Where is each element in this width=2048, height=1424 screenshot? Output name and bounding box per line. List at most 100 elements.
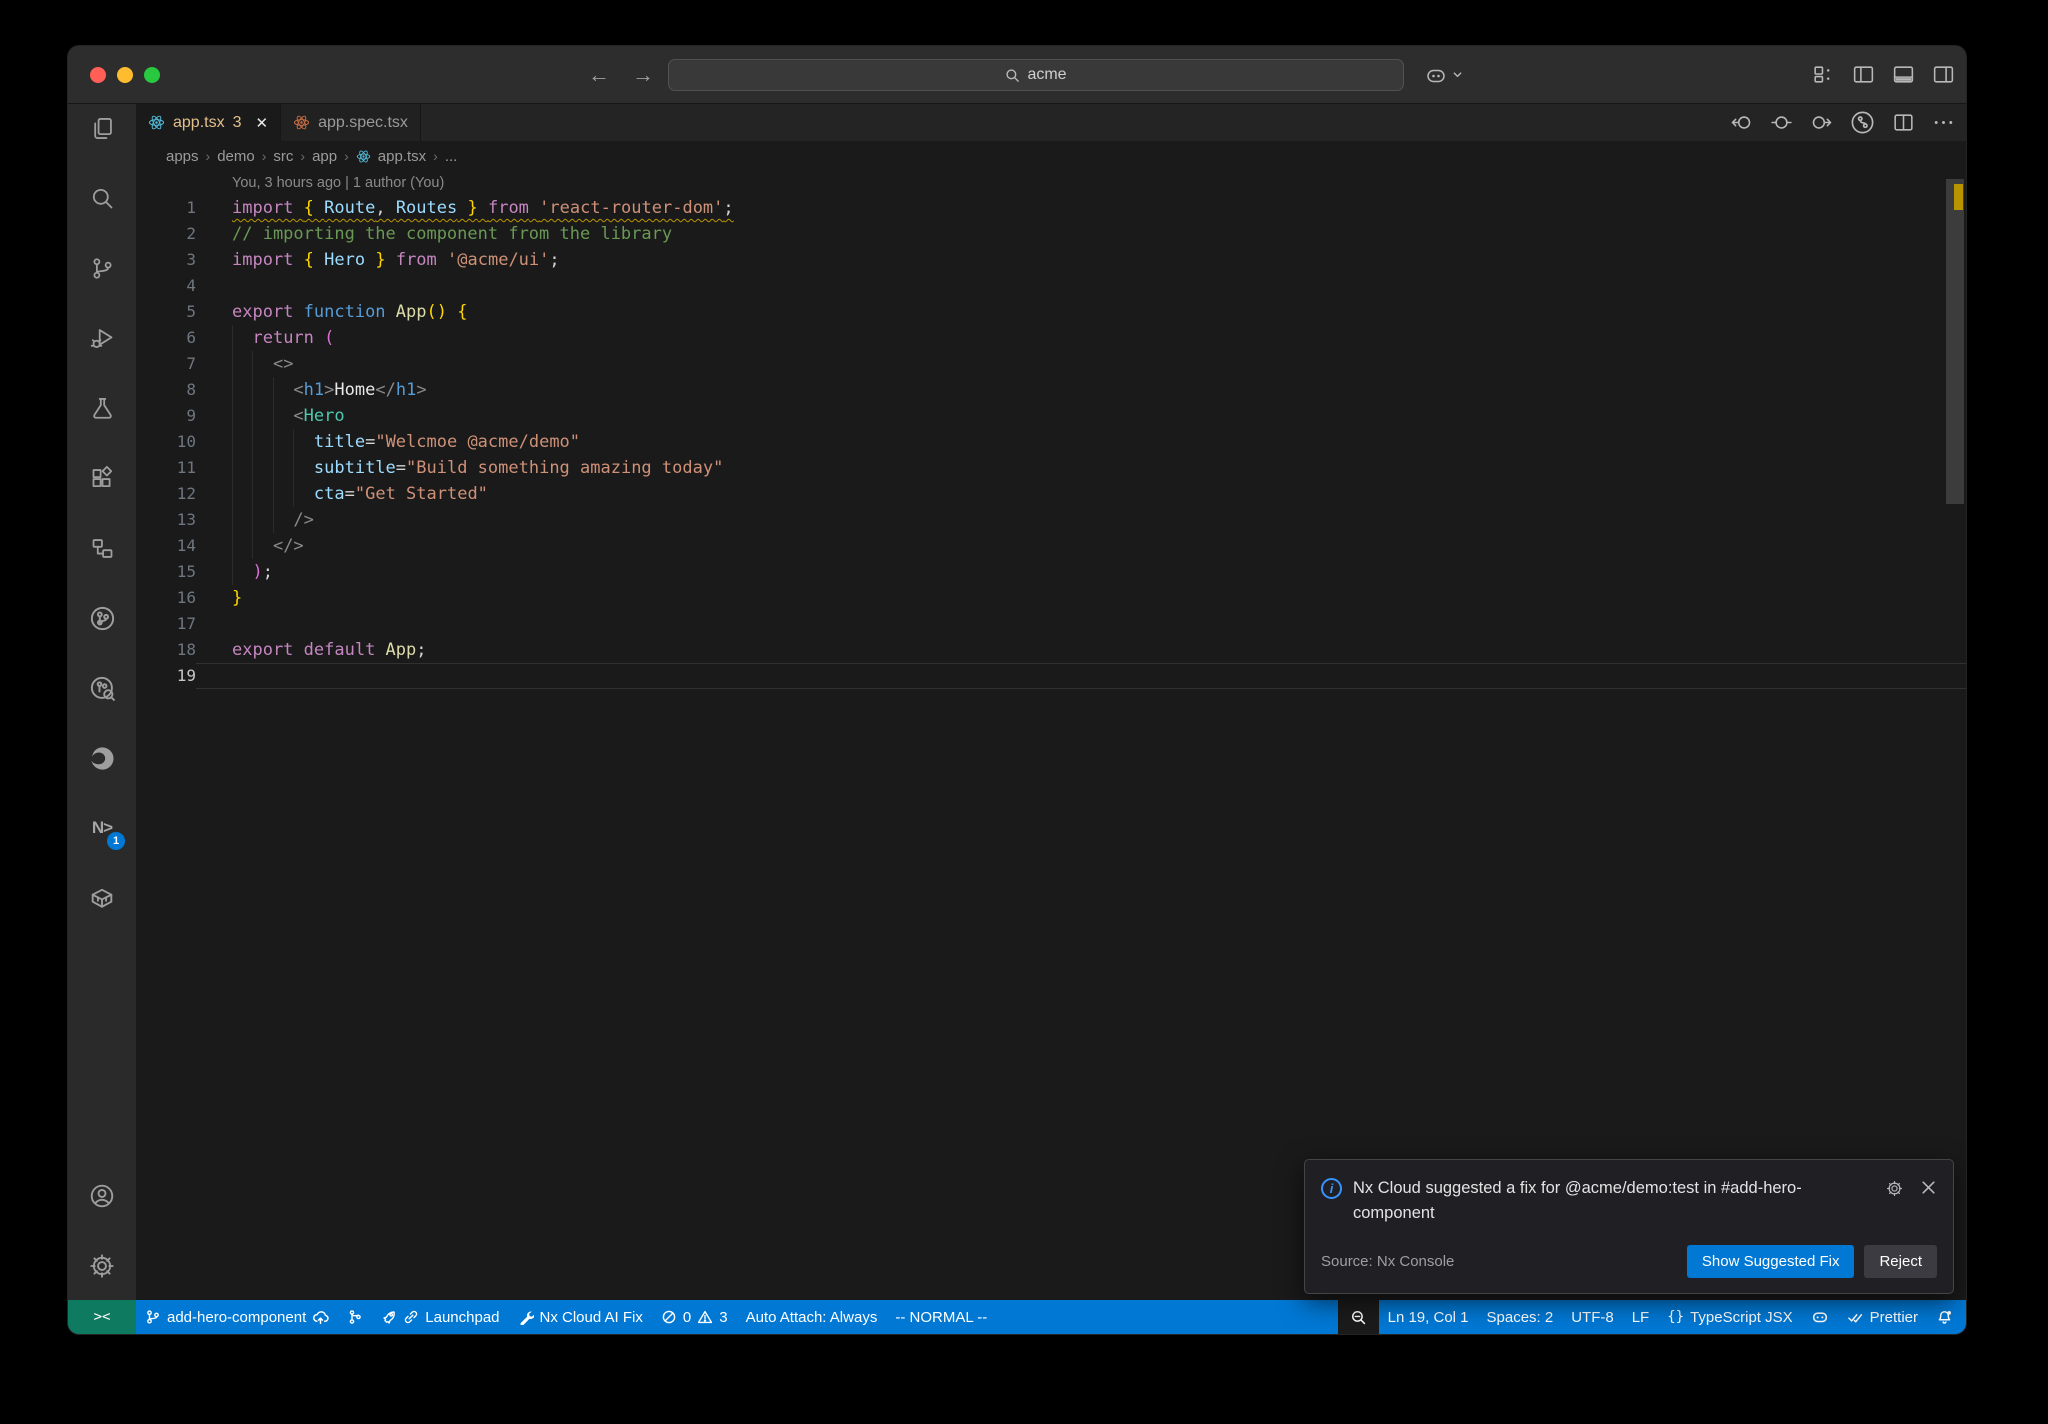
line-number[interactable]: 12 [136,481,196,507]
code-line[interactable]: 13 /> [136,507,1966,533]
toggle-primary-sidebar-icon[interactable] [1851,62,1876,87]
breadcrumb-item[interactable]: src [273,148,293,165]
zoom-window-button[interactable] [144,66,160,83]
navigate-forward-icon[interactable]: → [632,62,654,88]
editor-scrollbar[interactable] [1946,179,1964,504]
editor-pane[interactable]: You, 3 hours ago | 1 author (You) 1 import… [136,171,1966,1300]
line-number[interactable]: 14 [136,533,196,559]
project-graph-icon[interactable] [82,528,122,568]
git-branch-item[interactable]: add-hero-component [136,1300,338,1334]
breadcrumb-item[interactable]: ... [445,148,458,165]
line-number[interactable]: 6 [136,325,196,351]
code-line[interactable]: 5 export function App() { [136,299,1966,325]
code-line[interactable]: 18 export default App; [136,637,1966,663]
commit-graph-item[interactable] [338,1300,372,1334]
remote-indicator[interactable]: >< [68,1300,136,1334]
code-line[interactable]: 15 ); [136,559,1966,585]
encoding-item[interactable]: UTF-8 [1562,1300,1623,1334]
notification-settings-gear-icon[interactable] [1885,1179,1904,1198]
minimize-window-button[interactable] [117,66,133,83]
line-number[interactable]: 8 [136,377,196,403]
line-number[interactable]: 1 [136,195,196,221]
breadcrumb-item[interactable]: apps [166,148,199,165]
gitlens-icon[interactable] [82,598,122,638]
show-suggested-fix-button[interactable]: Show Suggested Fix [1686,1245,1855,1278]
close-tab-icon[interactable]: ✕ [256,114,269,132]
breadcrumb-item[interactable]: demo [217,148,255,165]
next-change-icon[interactable] [1809,110,1834,135]
cursor-position-item[interactable]: Ln 19, Col 1 [1379,1300,1478,1334]
indentation-item[interactable]: Spaces: 2 [1478,1300,1563,1334]
copilot-menu[interactable] [1424,63,1463,87]
line-number[interactable]: 3 [136,247,196,273]
line-number[interactable]: 15 [136,559,196,585]
line-number[interactable]: 5 [136,299,196,325]
language-mode-item[interactable]: {} TypeScript JSX [1658,1300,1801,1334]
previous-change-icon[interactable] [1729,110,1754,135]
close-window-button[interactable] [90,66,106,83]
code-line[interactable]: 2 // importing the component from the lib… [136,221,1966,247]
line-number[interactable]: 18 [136,637,196,663]
line-number[interactable]: 9 [136,403,196,429]
launchpad-item[interactable]: Launchpad [372,1300,508,1334]
eol-item[interactable]: LF [1623,1300,1659,1334]
code-line[interactable]: 6 return ( [136,325,1966,351]
toggle-secondary-sidebar-icon[interactable] [1931,62,1956,87]
nx-console-icon[interactable]: N> 1 [82,808,125,850]
code-line[interactable]: 3 import { Hero } from '@acme/ui'; [136,247,1966,273]
code-line[interactable]: 11 subtitle="Build something amazing tod… [136,455,1966,481]
code-line[interactable]: 10 title="Welcmoe @acme/demo" [136,429,1966,455]
edge-browser-icon[interactable] [82,738,122,778]
code-line[interactable]: 7 <> [136,351,1966,377]
breadcrumb-item[interactable]: app [312,148,337,165]
settings-gear-icon[interactable] [82,1246,122,1286]
line-number[interactable]: 10 [136,429,196,455]
code-line[interactable]: 17 [136,611,1966,637]
search-icon[interactable] [82,178,122,218]
nx-cloud-ai-fix-item[interactable]: Nx Cloud AI Fix [509,1300,652,1334]
toggle-panel-icon[interactable] [1891,62,1916,87]
vim-mode-item[interactable]: -- NORMAL -- [886,1300,996,1334]
breadcrumb-item[interactable]: app.tsx [378,148,426,165]
copilot-status-item[interactable] [1802,1300,1838,1334]
code-line[interactable]: 16} [136,585,1966,611]
testing-icon[interactable] [82,388,122,428]
tab-app-spec-tsx[interactable]: app.spec.tsx [281,104,421,141]
auto-attach-item[interactable]: Auto Attach: Always [737,1300,887,1334]
line-number[interactable]: 11 [136,455,196,481]
split-editor-icon[interactable] [1891,110,1916,135]
source-control-icon[interactable] [82,248,122,288]
code-line[interactable]: 12 cta="Get Started" [136,481,1966,507]
line-number[interactable]: 19 [136,663,196,689]
line-number[interactable]: 7 [136,351,196,377]
explorer-icon[interactable] [82,108,122,148]
customize-layout-icon[interactable] [1811,62,1836,87]
code-line[interactable]: 8 <h1>Home</h1> [136,377,1966,403]
command-center-search[interactable]: acme [668,59,1404,91]
close-notification-icon[interactable] [1920,1179,1937,1196]
line-number[interactable]: 17 [136,611,196,637]
line-number[interactable]: 2 [136,221,196,247]
code-line[interactable]: 9 <Hero [136,403,1966,429]
code-line[interactable]: 1 import { Route, Routes } from 'react-ro… [136,195,1966,221]
source-control-graph-icon[interactable] [1849,109,1876,136]
line-number[interactable]: 13 [136,507,196,533]
zoom-indicator[interactable] [1337,1300,1379,1334]
code-line[interactable]: 14 </> [136,533,1966,559]
formatter-item[interactable]: Prettier [1838,1300,1927,1334]
current-change-icon[interactable] [1769,110,1794,135]
more-actions-icon[interactable] [1931,110,1956,135]
line-number[interactable]: 4 [136,273,196,299]
extensions-icon[interactable] [82,458,122,498]
notifications-bell-item[interactable] [1927,1300,1966,1334]
run-debug-icon[interactable] [82,318,122,358]
navigate-back-icon[interactable]: ← [588,62,610,88]
reject-button[interactable]: Reject [1864,1245,1937,1278]
code-line[interactable]: 4 [136,273,1966,299]
containers-icon[interactable] [82,878,122,918]
gitlens-inspect-icon[interactable] [82,668,122,708]
accounts-icon[interactable] [82,1176,122,1216]
tab-app-tsx[interactable]: app.tsx 3 ✕ [136,104,282,141]
line-number[interactable]: 16 [136,585,196,611]
code-line[interactable]: 19 [136,663,1966,689]
